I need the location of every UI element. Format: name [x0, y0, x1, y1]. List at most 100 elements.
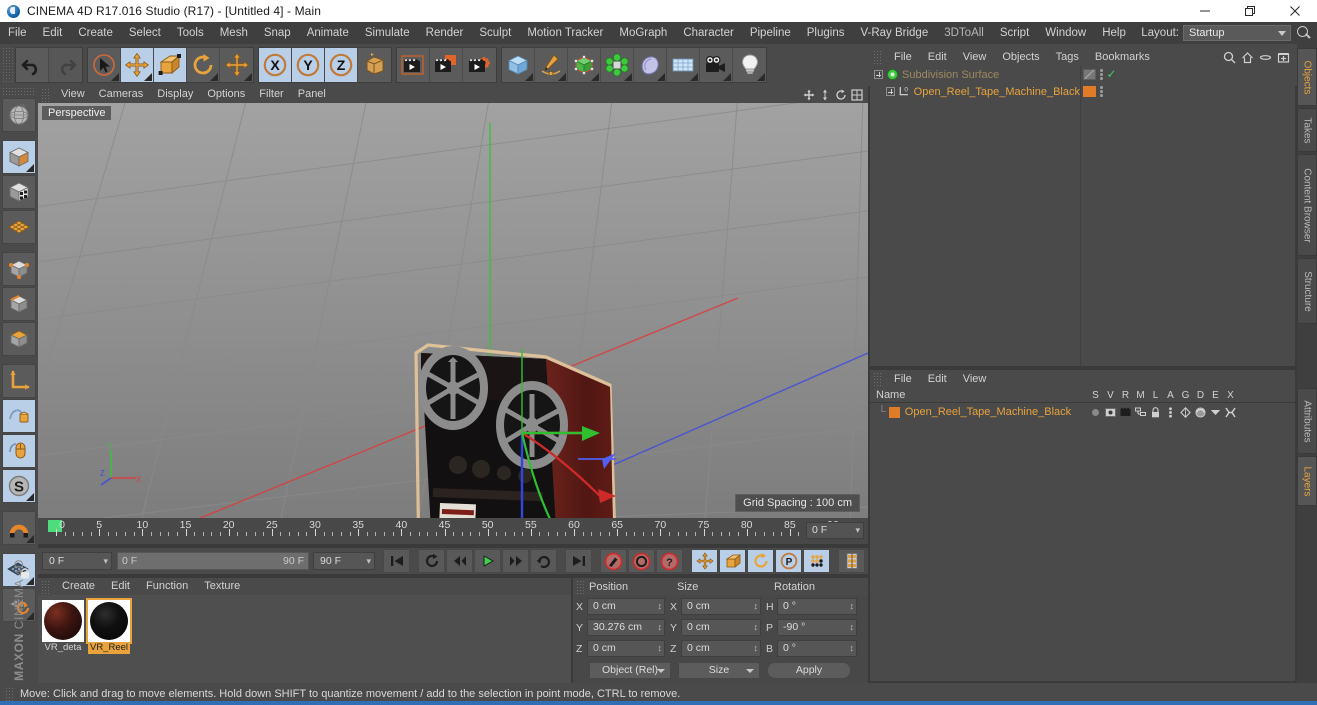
object-menu-objects[interactable]: Objects [994, 48, 1047, 66]
layer-name-cell[interactable]: └ Open_Reel_Tape_Machine_Black [870, 406, 1088, 418]
minus-icon[interactable] [1259, 51, 1272, 64]
menu-item-edit[interactable]: Edit [35, 22, 71, 44]
viewport-menu-panel[interactable]: Panel [291, 86, 333, 103]
loop-button[interactable] [530, 549, 557, 573]
spinner-icon[interactable]: ↕ [850, 623, 855, 632]
parameter-key-button[interactable]: P [775, 549, 802, 573]
menu-item-tools[interactable]: Tools [169, 22, 212, 44]
coordinate-mode-dropdown[interactable]: Object (Rel) [589, 662, 671, 679]
position-y-input[interactable]: 30.276 cm ↕ [587, 619, 665, 636]
spinner-icon[interactable]: ↕ [658, 623, 663, 632]
render-to-picture-viewer-button[interactable] [430, 48, 463, 82]
spinner-icon[interactable]: ↕ [754, 602, 759, 611]
viewport-solo-button[interactable] [2, 434, 36, 468]
layer-render-cell[interactable] [1118, 407, 1133, 417]
rotate-tool[interactable] [187, 48, 220, 82]
object-menu-view[interactable]: View [955, 48, 995, 66]
timeline-button[interactable] [838, 549, 865, 573]
tag-dots-icon[interactable] [1100, 86, 1103, 97]
spinner-icon[interactable]: ↕ [850, 602, 855, 611]
viewport-grip[interactable] [41, 87, 51, 102]
size-z-input[interactable]: 0 cm ↕ [681, 640, 761, 657]
texture-mode-button[interactable] [2, 175, 36, 209]
record-active-objects-button[interactable] [600, 549, 627, 573]
menu-item-snap[interactable]: Snap [256, 22, 299, 44]
layer-animation-cell[interactable] [1163, 406, 1178, 418]
layer-menu-view[interactable]: View [955, 370, 995, 388]
layer-manager-cell[interactable] [1133, 407, 1148, 417]
material-tag-icon[interactable] [1083, 86, 1096, 97]
menu-item-script[interactable]: Script [992, 22, 1037, 44]
viewport-3d[interactable]: Perspective Y X Z Grid Spacing : 100 cm [38, 103, 868, 518]
size-y-input[interactable]: 0 cm ↕ [681, 619, 761, 636]
layer-xref-cell[interactable] [1223, 407, 1238, 418]
search-icon[interactable] [1295, 24, 1313, 42]
object-menu-tags[interactable]: Tags [1048, 48, 1087, 66]
object-manager-grip[interactable] [873, 50, 883, 64]
magnet-button[interactable] [2, 511, 36, 545]
scale-tool[interactable] [154, 48, 187, 82]
uv-mode-button[interactable] [2, 399, 36, 433]
axis-mode-button[interactable] [2, 364, 36, 398]
menu-item-motion-tracker[interactable]: Motion Tracker [519, 22, 611, 44]
step-back-button[interactable] [446, 549, 473, 573]
layer-visible-cell[interactable] [1103, 407, 1118, 417]
transform-tool[interactable] [220, 48, 253, 82]
menu-item-render[interactable]: Render [418, 22, 472, 44]
viewport-menu-filter[interactable]: Filter [252, 86, 290, 103]
end-frame-field[interactable]: 90 F ▾ [313, 552, 375, 570]
side-tab-layers[interactable]: Layers [1297, 456, 1317, 506]
search-icon[interactable] [1223, 51, 1236, 64]
rotation-p-input[interactable]: -90 ° ↕ [777, 619, 857, 636]
add-light-button[interactable] [733, 48, 766, 82]
display-tag-icon[interactable] [1083, 69, 1096, 80]
position-z-input[interactable]: 0 cm ↕ [587, 640, 665, 657]
menu-item-file[interactable]: File [0, 22, 35, 44]
menu-item-help[interactable]: Help [1094, 22, 1134, 44]
tag-dots-icon[interactable] [1100, 69, 1103, 80]
visibility-check-icon[interactable]: ✓ [1107, 68, 1117, 80]
menu-item-simulate[interactable]: Simulate [357, 22, 418, 44]
workplane-mode-button[interactable] [2, 210, 36, 244]
move-tool[interactable] [121, 48, 154, 82]
spinner-icon[interactable]: ↕ [658, 644, 663, 653]
world-coordinates-toggle[interactable] [358, 48, 391, 82]
keyframe-selection-button[interactable]: ? [656, 549, 683, 573]
spinner-icon[interactable]: ↕ [658, 602, 663, 611]
make-editable-button[interactable] [2, 98, 36, 132]
layer-row[interactable]: └ Open_Reel_Tape_Machine_Black [870, 403, 1295, 421]
viewport-menu-options[interactable]: Options [200, 86, 252, 103]
add-bend-deformer-button[interactable] [634, 48, 667, 82]
render-view-button[interactable] [397, 48, 430, 82]
size-x-input[interactable]: 0 cm ↕ [681, 598, 761, 615]
start-frame-field[interactable]: 0 F ▾ [42, 552, 112, 570]
autokeying-button[interactable] [628, 549, 655, 573]
menu-item-create[interactable]: Create [70, 22, 121, 44]
live-selection-tool[interactable] [88, 48, 121, 82]
point-level-animation-button[interactable] [803, 549, 830, 573]
zoom-icon[interactable] [819, 89, 831, 101]
undo-button[interactable] [16, 48, 49, 82]
expand-collapse-icon[interactable] [874, 70, 883, 79]
menu-item-select[interactable]: Select [121, 22, 169, 44]
minimize-button[interactable] [1182, 0, 1227, 22]
menu-item-mesh[interactable]: Mesh [212, 22, 256, 44]
menu-item-vray-bridge[interactable]: V-Ray Bridge [852, 22, 936, 44]
object-menu-bookmarks[interactable]: Bookmarks [1087, 48, 1158, 66]
apply-button[interactable]: Apply [767, 662, 851, 679]
object-row-subdivision-surface[interactable]: Subdivision Surface [870, 66, 1080, 83]
material-item[interactable]: VR_Reel [88, 600, 130, 683]
z-axis-lock[interactable]: Z [325, 48, 358, 82]
maximize-button[interactable] [1227, 0, 1272, 22]
side-tab-content-browser[interactable]: Content Browser [1297, 154, 1317, 256]
material-manager-grip[interactable] [41, 579, 51, 594]
object-manager-body[interactable]: Subdivision Surface 0 Open_Reel_Tape_Mac… [870, 66, 1295, 366]
redo-button[interactable] [49, 48, 82, 82]
side-tab-structure[interactable]: Structure [1297, 258, 1317, 324]
rotate-icon[interactable] [835, 89, 847, 101]
add-camera-button[interactable] [700, 48, 733, 82]
spinner-icon[interactable]: ▾ [103, 557, 108, 566]
layer-color-swatch[interactable] [888, 406, 900, 418]
layer-manager-grip[interactable] [873, 372, 883, 386]
side-tab-objects[interactable]: Objects [1297, 48, 1317, 106]
